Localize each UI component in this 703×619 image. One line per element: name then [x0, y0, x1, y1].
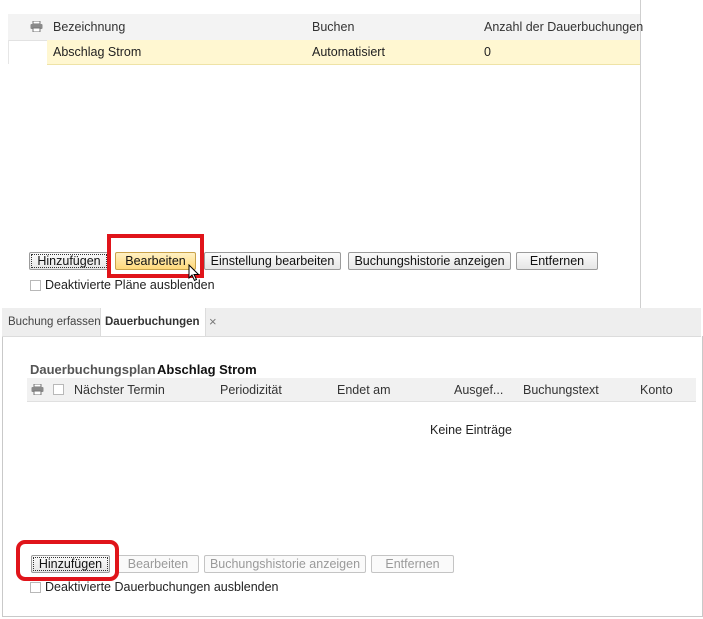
column-header-periodizitaet[interactable]: Periodizität — [220, 383, 282, 397]
hide-deactivated-bookings-label: Deaktivierte Dauerbuchungen ausblenden — [45, 580, 279, 594]
column-header-ausgefuehrt[interactable]: Ausgef... — [454, 383, 503, 397]
remove-booking-button: Entfernen — [371, 555, 454, 573]
print-icon[interactable] — [31, 384, 44, 395]
column-header-buchungstext[interactable]: Buchungstext — [523, 383, 599, 397]
booking-history-button: Buchungshistorie anzeigen — [204, 555, 366, 573]
edit-settings-button[interactable]: Einstellung bearbeiten — [204, 252, 341, 270]
annotation-highlight-add — [16, 540, 119, 581]
cell-buchen: Automatisiert — [312, 45, 385, 59]
plan-label: Dauerbuchungsplan — [30, 362, 156, 377]
tab-dauerbuchungen[interactable]: Dauerbuchungen — [100, 308, 206, 336]
hide-deactivated-plans-checkbox[interactable] — [30, 280, 41, 291]
hide-deactivated-plans-label: Deaktivierte Pläne ausblenden — [45, 278, 215, 292]
column-header-endet-am[interactable]: Endet am — [337, 383, 391, 397]
column-header-anzahl[interactable]: Anzahl der Dauerbuchungen — [484, 20, 643, 34]
add-plan-button[interactable]: Hinzufügen — [29, 252, 109, 270]
cell-bezeichnung: Abschlag Strom — [53, 45, 142, 59]
column-header-bezeichnung[interactable]: Bezeichnung — [53, 20, 125, 34]
column-header-buchen[interactable]: Buchen — [312, 20, 354, 34]
grid-left-border — [8, 40, 9, 64]
cell-anzahl: 0 — [484, 45, 491, 59]
column-header-konto[interactable]: Konto — [640, 383, 673, 397]
plan-name: Abschlag Strom — [157, 362, 257, 377]
remove-plan-button[interactable]: Entfernen — [516, 252, 598, 270]
empty-state-text: Keine Einträge — [430, 423, 513, 437]
close-icon[interactable]: × — [209, 308, 217, 336]
tab-buchung-erfassen[interactable]: Buchung erfassen — [8, 308, 101, 336]
show-history-button[interactable]: Buchungshistorie anzeigen — [348, 252, 511, 270]
select-all-checkbox[interactable] — [53, 384, 64, 395]
print-icon[interactable] — [30, 21, 43, 32]
hide-deactivated-bookings-checkbox[interactable] — [30, 582, 41, 593]
edit-booking-button: Bearbeiten — [117, 555, 199, 573]
column-header-naechster-termin[interactable]: Nächster Termin — [74, 383, 165, 397]
